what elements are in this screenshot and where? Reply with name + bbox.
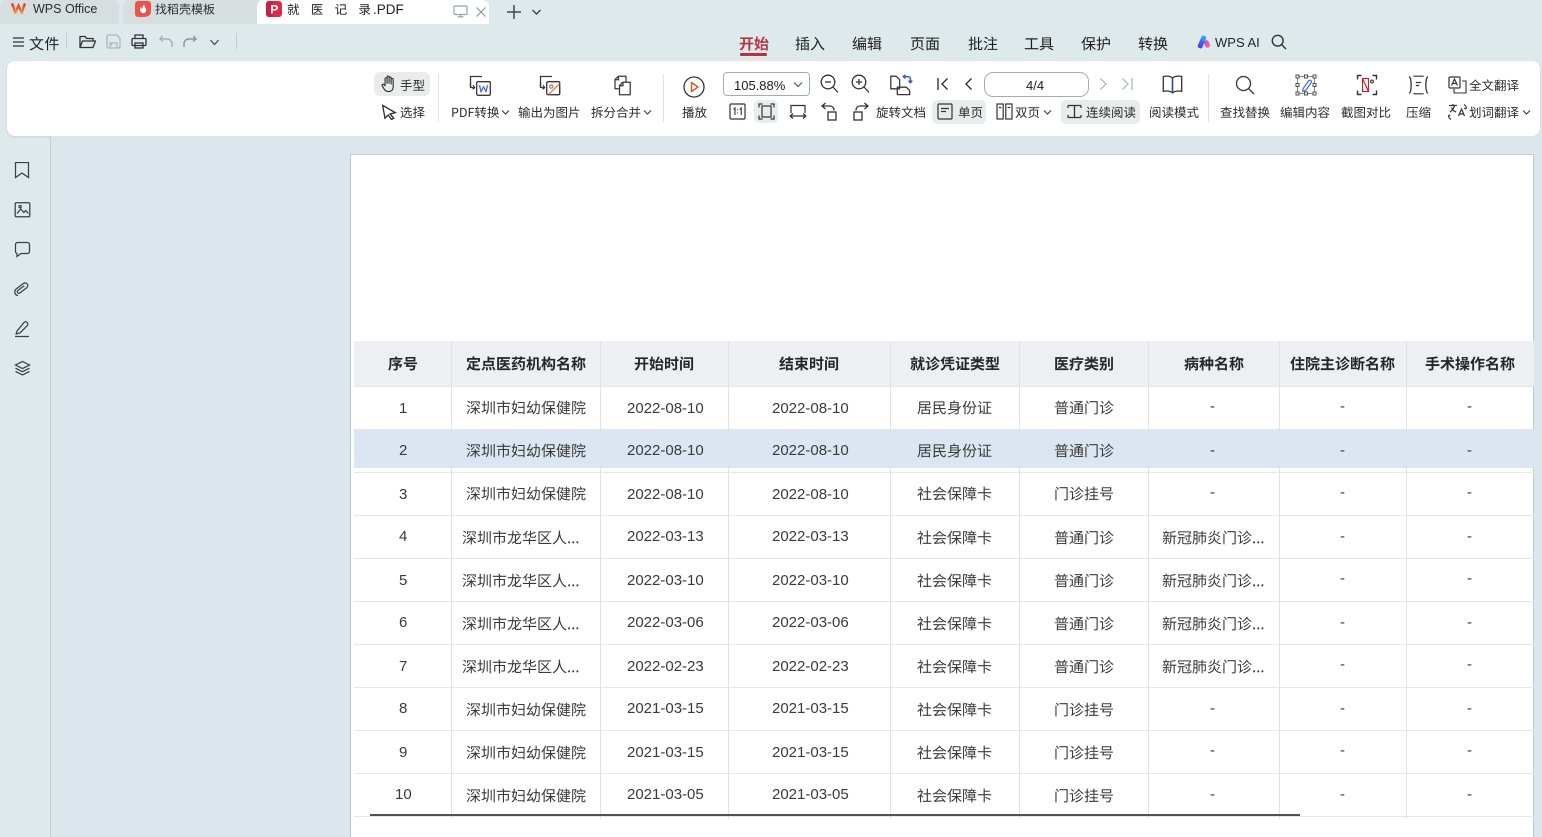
svg-text:P: P (270, 2, 278, 16)
